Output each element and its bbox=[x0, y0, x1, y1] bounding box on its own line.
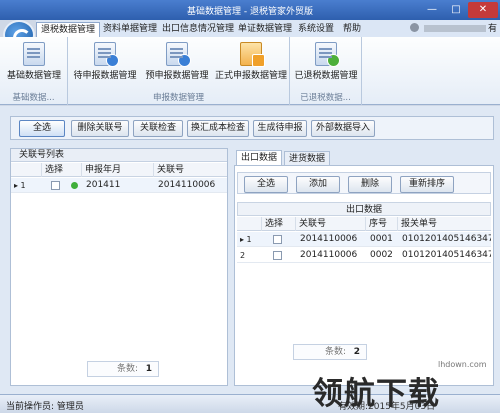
row-checkbox[interactable] bbox=[273, 251, 282, 260]
add-button[interactable]: 添加 bbox=[296, 176, 340, 193]
menu-tab-refund-data[interactable]: 退税数据管理 bbox=[36, 22, 100, 37]
ribbon: 基础数据管理 基础数据... 待申报数据管理 预申报数据管理 正式申报数据管理 … bbox=[0, 37, 500, 105]
ribbon-group-basic: 基础数据管理 基础数据... bbox=[0, 37, 68, 105]
delete-button[interactable]: 删除 bbox=[348, 176, 392, 193]
menu-tab-documents[interactable]: 资料单据管理 bbox=[100, 22, 160, 37]
minimize-button[interactable]: — bbox=[420, 2, 444, 18]
watermark-url: lhdown.com bbox=[438, 360, 487, 369]
pre-declare-button[interactable]: 预申报数据管理 bbox=[142, 40, 212, 88]
col-period[interactable]: 申报年月 bbox=[81, 163, 153, 177]
row-seq: 0001 bbox=[370, 234, 393, 244]
menu-tab-export-info[interactable]: 出口信息情况管理 bbox=[160, 22, 236, 37]
export-section-title: 出口数据 bbox=[237, 202, 491, 216]
user-icon bbox=[408, 23, 422, 34]
basic-data-manage-label: 基础数据管理 bbox=[6, 71, 61, 81]
ribbon-group-declare: 待申报数据管理 预申报数据管理 正式申报数据管理 申报数据管理 bbox=[68, 37, 290, 105]
count-value: 2 bbox=[353, 347, 360, 357]
company-name-redacted bbox=[424, 25, 486, 32]
reorder-button[interactable]: 重新排序 bbox=[400, 176, 454, 193]
generate-pending-button[interactable]: 生成待申报 bbox=[253, 120, 307, 137]
row-link-no: 2014110006 bbox=[158, 180, 216, 190]
left-count-box: 条数: 1 bbox=[87, 361, 159, 377]
database-doc-icon bbox=[23, 42, 45, 66]
link-grid-header: 选择 申报年月 关联号 bbox=[11, 163, 227, 177]
row-marker: ▸ 1 bbox=[14, 181, 26, 190]
pending-declare-button[interactable]: 待申报数据管理 bbox=[70, 40, 140, 88]
main-toolbar: 全选 删除关联号 关联检查 换汇成本检查 生成待申报 外部数据导入 bbox=[10, 116, 494, 140]
menu-bar: 退税数据管理 资料单据管理 出口信息情况管理 单证数据管理 系统设置 帮助 有限… bbox=[36, 20, 500, 79]
col-select[interactable]: 选择 bbox=[261, 217, 295, 231]
row-checkbox[interactable] bbox=[51, 181, 60, 190]
row-link-no: 2014110006 bbox=[300, 234, 358, 244]
refunded-data-icon bbox=[315, 42, 340, 67]
tab-export-data[interactable]: 出口数据 bbox=[236, 150, 282, 166]
row-checkbox[interactable] bbox=[273, 235, 282, 244]
watermark-logo: 领航下载 bbox=[312, 376, 440, 412]
refunded-data-button[interactable]: 已退税数据管理 bbox=[292, 40, 360, 88]
row-marker: 2 bbox=[240, 251, 246, 260]
count-label: 条数: bbox=[116, 364, 138, 374]
row-customs-no: 0101201405146347 bbox=[402, 234, 491, 244]
formal-declare-button[interactable]: 正式申报数据管理 bbox=[214, 40, 288, 88]
col-customs-no[interactable]: 报关单号 bbox=[397, 217, 491, 231]
main-area: 全选 删除关联号 关联检查 换汇成本检查 生成待申报 外部数据导入 关联号列表 … bbox=[0, 106, 500, 394]
count-label: 条数: bbox=[324, 347, 346, 357]
delete-link-button[interactable]: 删除关联号 bbox=[71, 120, 129, 137]
row-customs-no: 0101201405146347 bbox=[402, 250, 491, 260]
tab-purchase-data[interactable]: 进货数据 bbox=[284, 151, 330, 166]
row-marker: ▸ 1 bbox=[240, 235, 252, 244]
menu-tab-voucher-data[interactable]: 单证数据管理 bbox=[236, 22, 294, 37]
export-grid-header: 选择 关联号 序号 报关单号 bbox=[237, 217, 491, 231]
row-period: 201411 bbox=[86, 180, 121, 190]
basic-data-manage-button[interactable]: 基础数据管理 bbox=[2, 40, 66, 88]
row-seq: 0002 bbox=[370, 250, 393, 260]
export-toolbar: 全选 添加 删除 重新排序 bbox=[237, 172, 491, 194]
external-import-button[interactable]: 外部数据导入 bbox=[311, 120, 375, 137]
refunded-data-label: 已退税数据管理 bbox=[294, 71, 358, 81]
operator-text: 当前操作员: 管理员 bbox=[6, 402, 84, 412]
table-row[interactable]: ▸ 1 201411 2014110006 bbox=[11, 178, 227, 193]
formal-declare-icon bbox=[240, 42, 265, 67]
row-link-no: 2014110006 bbox=[300, 250, 358, 260]
table-row[interactable]: ▸ 1 2014110006 0001 0101201405146347 bbox=[237, 232, 491, 247]
col-seq[interactable]: 序号 bbox=[365, 217, 397, 231]
close-button[interactable]: ✕ bbox=[468, 2, 498, 18]
select-all-button[interactable]: 全选 bbox=[19, 120, 65, 137]
pending-declare-label: 待申报数据管理 bbox=[73, 71, 137, 81]
menu-tab-settings[interactable]: 系统设置 bbox=[294, 22, 338, 37]
col-link-no[interactable]: 关联号 bbox=[295, 217, 365, 231]
ribbon-group-refunded: 已退税数据管理 已退税数据... bbox=[290, 37, 362, 105]
link-list-panel: 关联号列表 选择 申报年月 关联号 ▸ 1 201411 2014110006 … bbox=[10, 148, 228, 386]
count-value: 1 bbox=[145, 364, 152, 374]
menu-tab-help[interactable]: 帮助 bbox=[338, 22, 366, 37]
ribbon-group-label: 申报数据管理 bbox=[152, 93, 204, 103]
export-select-all-button[interactable]: 全选 bbox=[244, 176, 288, 193]
export-data-panel: 全选 添加 删除 重新排序 出口数据 选择 关联号 序号 报关单号 ▸ 1 20… bbox=[234, 165, 494, 386]
right-count-box: 条数: 2 bbox=[293, 344, 367, 360]
link-check-button[interactable]: 关联检查 bbox=[133, 120, 183, 137]
link-list-title: 关联号列表 bbox=[11, 149, 227, 162]
col-select[interactable]: 选择 bbox=[41, 163, 81, 177]
maximize-button[interactable]: □ bbox=[444, 2, 468, 18]
pre-declare-label: 预申报数据管理 bbox=[145, 71, 209, 81]
right-tabs: 出口数据 进货数据 bbox=[236, 150, 494, 166]
title-bar: 基础数据管理 - 退税管家外贸版 — □ ✕ bbox=[0, 0, 500, 20]
pending-declare-icon bbox=[94, 42, 119, 67]
exchange-cost-check-button[interactable]: 换汇成本检查 bbox=[187, 120, 249, 137]
status-ok-icon bbox=[71, 182, 78, 189]
formal-declare-label: 正式申报数据管理 bbox=[214, 71, 287, 81]
ribbon-group-label: 基础数据... bbox=[12, 93, 55, 103]
pre-declare-icon bbox=[166, 42, 191, 67]
col-link-no[interactable]: 关联号 bbox=[153, 163, 227, 177]
table-row[interactable]: 2 2014110006 0002 0101201405146347 bbox=[237, 248, 491, 263]
ribbon-group-label: 已退税数据... bbox=[300, 93, 351, 103]
